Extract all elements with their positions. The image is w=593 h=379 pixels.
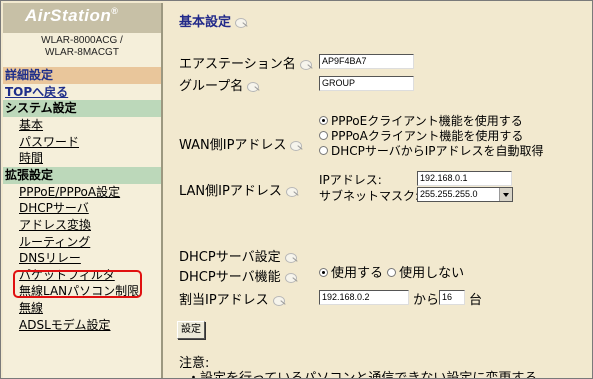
detail-settings-header: 詳細設定 bbox=[3, 67, 161, 84]
extended-settings-header: 拡張設定 bbox=[3, 166, 161, 184]
help-icon[interactable] bbox=[284, 272, 298, 284]
subnet-mask-label: サブネットマスク: bbox=[319, 189, 420, 203]
sidebar: AirStation® WLAR-8000ACG / WLAR-8MACGT 詳… bbox=[3, 3, 163, 378]
help-icon[interactable] bbox=[285, 186, 299, 198]
help-icon[interactable] bbox=[234, 17, 248, 29]
sidebar-item-dhcp-server[interactable]: DHCPサーバ bbox=[3, 200, 161, 217]
lan-ip-input[interactable]: 192.168.0.1 bbox=[417, 171, 512, 186]
help-icon[interactable] bbox=[299, 59, 313, 71]
wan-option-dhcp[interactable]: DHCPサーバからIPアドレスを自動取得 bbox=[319, 145, 544, 158]
note-item: ・設定を行っているパソコンと通信できない設定に変更する bbox=[187, 371, 538, 379]
station-name-input[interactable]: AP9F4BA7 bbox=[319, 54, 414, 69]
sidebar-item-pppoe[interactable]: PPPoE/PPPoA設定 bbox=[3, 184, 161, 201]
wan-ip-label: WAN側IPアドレス bbox=[179, 134, 303, 153]
main-content: 基本設定 エアステーション名 AP9F4BA7 グループ名 GROUP WAN側… bbox=[165, 3, 592, 379]
sidebar-item-password[interactable]: パスワード bbox=[3, 134, 161, 151]
assign-ip-label: 割当IPアドレス bbox=[179, 289, 286, 308]
radio-icon[interactable] bbox=[319, 146, 328, 155]
dhcp-settings-header: DHCPサーバ設定 bbox=[179, 246, 298, 265]
help-icon[interactable] bbox=[272, 295, 286, 307]
sidebar-item-wireless[interactable]: 無線 bbox=[3, 300, 161, 317]
group-name-input[interactable]: GROUP bbox=[319, 76, 414, 91]
dhcp-function-label: DHCPサーバ機能 bbox=[179, 266, 298, 285]
page-title: 基本設定 bbox=[179, 11, 248, 30]
radio-selected-icon[interactable] bbox=[319, 268, 328, 277]
sidebar-item-address-translation[interactable]: アドレス変換 bbox=[3, 217, 161, 234]
apply-button[interactable]: 設定 bbox=[177, 321, 205, 339]
model-name: WLAR-8000ACG / WLAR-8MACGT bbox=[3, 33, 161, 67]
sidebar-item-routing[interactable]: ルーティング bbox=[3, 234, 161, 251]
wan-option-pppoe[interactable]: PPPoEクライアント機能を使用する bbox=[319, 115, 523, 128]
help-icon[interactable] bbox=[246, 81, 260, 93]
top-link[interactable]: TOPへ戻る bbox=[3, 84, 161, 100]
packet-filter-highlight bbox=[13, 270, 142, 298]
lan-ip-address-label: IPアドレス: bbox=[319, 173, 382, 187]
chevron-down-icon[interactable] bbox=[499, 188, 512, 201]
subnet-mask-select[interactable]: 255.255.255.0 bbox=[417, 187, 513, 202]
lan-ip-label: LAN側IPアドレス bbox=[179, 180, 299, 199]
sidebar-item-basic[interactable]: 基本 bbox=[3, 117, 161, 134]
radio-icon[interactable] bbox=[387, 268, 397, 277]
dhcp-function-options: 使用する 使用しない bbox=[319, 267, 464, 280]
browser-frame: AirStation® WLAR-8000ACG / WLAR-8MACGT 詳… bbox=[0, 0, 593, 379]
assign-start-ip-input[interactable]: 192.168.0.2 bbox=[319, 290, 409, 305]
model-line-2: WLAR-8MACGT bbox=[45, 47, 119, 58]
assign-count-input[interactable]: 16 bbox=[439, 290, 465, 305]
radio-selected-icon[interactable] bbox=[319, 116, 328, 125]
assign-unit-label: 台 bbox=[469, 293, 483, 308]
wan-option-pppoa[interactable]: PPPoAクライアント機能を使用する bbox=[319, 130, 523, 143]
sidebar-item-time[interactable]: 時間 bbox=[3, 150, 161, 167]
help-icon[interactable] bbox=[284, 252, 298, 264]
model-line-1: WLAR-8000ACG / bbox=[41, 35, 123, 46]
sidebar-item-adsl-modem[interactable]: ADSLモデム設定 bbox=[3, 317, 161, 334]
sidebar-item-dns-relay[interactable]: DNSリレー bbox=[3, 250, 161, 267]
airstation-logo: AirStation® bbox=[3, 3, 161, 33]
dhcp-off-label[interactable]: 使用しない bbox=[399, 266, 464, 281]
group-name-label: グループ名 bbox=[179, 75, 260, 94]
system-settings-header: システム設定 bbox=[3, 100, 161, 117]
help-icon[interactable] bbox=[289, 140, 303, 152]
assign-from-label: から bbox=[413, 293, 440, 308]
dhcp-on-label[interactable]: 使用する bbox=[331, 266, 383, 281]
station-name-label: エアステーション名 bbox=[179, 53, 313, 72]
radio-icon[interactable] bbox=[319, 131, 328, 140]
